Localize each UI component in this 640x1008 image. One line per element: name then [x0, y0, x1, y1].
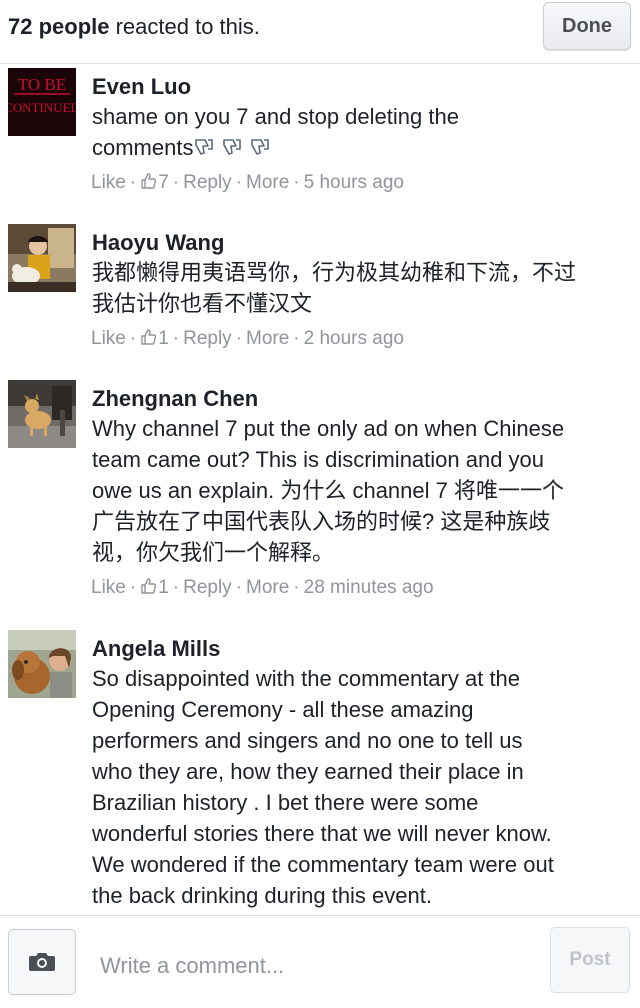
- person-with-dog-avatar[interactable]: [8, 224, 76, 292]
- post-button[interactable]: Post: [550, 927, 630, 993]
- comment-meta: Like · 1 · Reply · More · 2 hours ago: [91, 328, 404, 350]
- more-link[interactable]: More: [246, 328, 289, 350]
- reply-link[interactable]: Reply: [183, 328, 232, 350]
- timestamp[interactable]: 28 minutes ago: [304, 577, 434, 599]
- comment-text: 我都懒得用夷语骂你，行为极其幼稚和下流，不过 我估计你也看不懂汉文: [92, 257, 632, 319]
- comment-meta: Like · 7 · Reply · More · 5 hours ago: [91, 172, 404, 194]
- avatar-text-top: TO BE: [18, 75, 66, 94]
- comment-line: So disappointed with the commentary at t…: [92, 666, 521, 691]
- comment-line: performers and singers and no one to tel…: [92, 728, 523, 753]
- woman-with-dog-avatar[interactable]: [8, 630, 76, 698]
- reaction-summary: 72 people reacted to this.: [8, 14, 260, 40]
- like-count[interactable]: 1: [140, 577, 169, 599]
- comment-line: who they are, how they earned their plac…: [92, 759, 524, 784]
- reply-link[interactable]: Reply: [183, 172, 232, 194]
- comment-line: shame on you 7 and stop deleting the: [92, 104, 459, 129]
- comment-line-text: comments: [92, 135, 194, 160]
- thumbs-down-emoji-icon: [251, 139, 270, 155]
- commenter-name[interactable]: Haoyu Wang: [92, 230, 224, 256]
- avatar-image: [8, 224, 76, 292]
- like-count-value: 1: [158, 577, 169, 598]
- comment-text: Why channel 7 put the only ad on when Ch…: [92, 413, 632, 568]
- like-count-value: 7: [158, 172, 169, 193]
- camera-icon: [29, 953, 55, 971]
- reaction-label: reacted to this.: [109, 14, 260, 39]
- reactions-header: 72 people reacted to this. Done: [0, 0, 640, 64]
- more-link[interactable]: More: [246, 172, 289, 194]
- like-count-value: 1: [158, 328, 169, 349]
- thumbs-up-icon: [141, 578, 157, 594]
- comment-line: 广告放在了中国代表队入场的时候? 这是种族歧: [92, 509, 551, 534]
- reaction-count: 72 people: [8, 14, 110, 39]
- like-count[interactable]: 7: [140, 172, 169, 194]
- timestamp[interactable]: 5 hours ago: [304, 172, 404, 194]
- thumbs-up-icon: [141, 173, 157, 189]
- like-count[interactable]: 1: [140, 328, 169, 350]
- comment-text: So disappointed with the commentary at t…: [92, 663, 632, 911]
- avatar-image: [8, 630, 76, 698]
- comment-composer: Post: [0, 915, 640, 1008]
- commenter-name[interactable]: Angela Mills: [92, 636, 220, 662]
- comment-line: Opening Ceremony - all these amazing: [92, 697, 474, 722]
- comment-line: Why channel 7 put the only ad on when Ch…: [92, 416, 565, 441]
- comment-line: owe us an explain. 为什么 channel 7 将唯一一个: [92, 478, 564, 503]
- like-link[interactable]: Like: [91, 328, 126, 350]
- timestamp[interactable]: 2 hours ago: [304, 328, 404, 350]
- thumbs-up-icon: [141, 329, 157, 345]
- avatar-image: [8, 380, 76, 448]
- comment-line: Brazilian history . I bet there were som…: [92, 790, 479, 815]
- comment-line: team came out? This is discrimination an…: [92, 447, 545, 472]
- comment-line: wonderful stories there that we will nev…: [92, 821, 552, 846]
- to-be-continued-avatar[interactable]: TO BE CONTINUED: [8, 68, 76, 136]
- commenter-name[interactable]: Even Luo: [92, 74, 191, 100]
- reply-link[interactable]: Reply: [183, 577, 232, 599]
- dog-on-street-avatar[interactable]: [8, 380, 76, 448]
- comment-meta: Like · 1 · Reply · More · 28 minutes ago: [91, 577, 434, 599]
- thumbs-down-emoji-icon: [195, 139, 214, 155]
- like-link[interactable]: Like: [91, 577, 126, 599]
- thumbs-down-emoji-icon: [223, 139, 242, 155]
- camera-button[interactable]: [8, 929, 76, 995]
- more-link[interactable]: More: [246, 577, 289, 599]
- comment-line: We wondered if the commentary team were …: [92, 852, 554, 877]
- commenter-name[interactable]: Zhengnan Chen: [92, 386, 258, 412]
- comment-line: 我估计你也看不懂汉文: [92, 291, 313, 316]
- like-link[interactable]: Like: [91, 172, 126, 194]
- comment-line: 我都懒得用夷语骂你，行为极其幼稚和下流，不过: [92, 260, 577, 285]
- comment-line: comments: [92, 132, 632, 163]
- comment-line: the back drinking during this event.: [92, 883, 432, 908]
- comment-input[interactable]: [100, 946, 520, 986]
- avatar-image: TO BE CONTINUED: [8, 68, 76, 136]
- comment-line: 视，你欠我们一个解释。: [92, 540, 335, 565]
- done-button[interactable]: Done: [543, 2, 631, 50]
- comment-text: shame on you 7 and stop deleting the com…: [92, 101, 632, 163]
- avatar-text-bottom: CONTINUED: [8, 100, 76, 115]
